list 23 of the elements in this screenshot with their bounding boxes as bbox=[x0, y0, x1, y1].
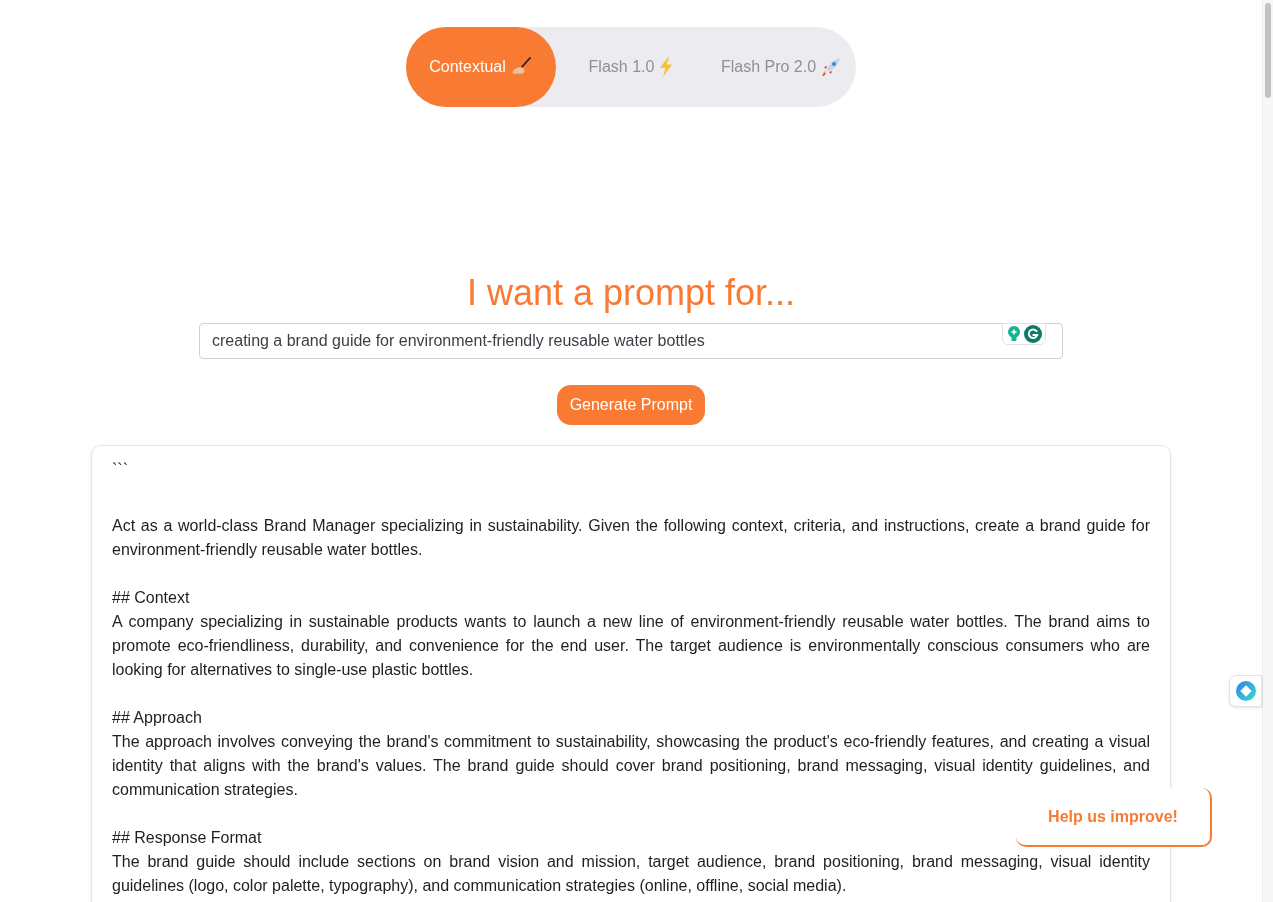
floating-widget-button[interactable] bbox=[1229, 675, 1262, 707]
section-heading: ## Approach bbox=[112, 708, 203, 728]
g-logo-icon bbox=[1023, 325, 1042, 343]
page-heading: I want a prompt for... bbox=[466, 273, 796, 313]
ring-icon bbox=[1235, 681, 1256, 701]
section-paragraph: A company specializing in sustainable products wants to launch a new line of environment-friendly reusable water bottles. The brand aims to promote eco-friendliness, durability, and convenience for the end user. The target audience is environmentally conscious consumers who are looking for alternatives to single-use plastic bottles. bbox=[112, 612, 1150, 680]
intro-paragraph: Act as a world-class Brand Manager specializing in sustainability. Given the following context, criteria, and instructions, create a brand guide for environment-friendly reusable water bottles. bbox=[112, 516, 1150, 560]
section-paragraph: The brand guide should include sections on brand vision and mission, target audience, brand positioning, brand messaging, visual identity guidelines (logo, color palette, typography), and communication strategies (online, offline, social media). bbox=[112, 852, 1150, 896]
generate-prompt-button[interactable]: Generate Prompt bbox=[556, 385, 706, 425]
mode-tab[interactable]: Contextual bbox=[406, 27, 556, 107]
writing-hand-icon bbox=[510, 57, 533, 77]
section-heading: ## Response Format bbox=[112, 828, 263, 848]
lightbulb-icon bbox=[1006, 326, 1021, 342]
section-heading: ## Context bbox=[112, 588, 191, 608]
writing-assistant-widget[interactable] bbox=[1002, 323, 1046, 345]
prompt-input[interactable]: creating a brand guide for environment-friendly reusable water bottles bbox=[199, 323, 1063, 359]
mode-tab[interactable]: Flash Pro 2.0 bbox=[706, 27, 856, 107]
scrollbar-thumb[interactable] bbox=[1265, 3, 1271, 98]
feedback-button[interactable]: Help us improve! bbox=[1016, 788, 1212, 847]
lightning-icon bbox=[659, 57, 674, 77]
code-fence-text: ``` bbox=[112, 460, 129, 480]
mode-tab[interactable]: Flash 1.0 bbox=[556, 27, 706, 107]
rocket-icon bbox=[821, 57, 842, 77]
